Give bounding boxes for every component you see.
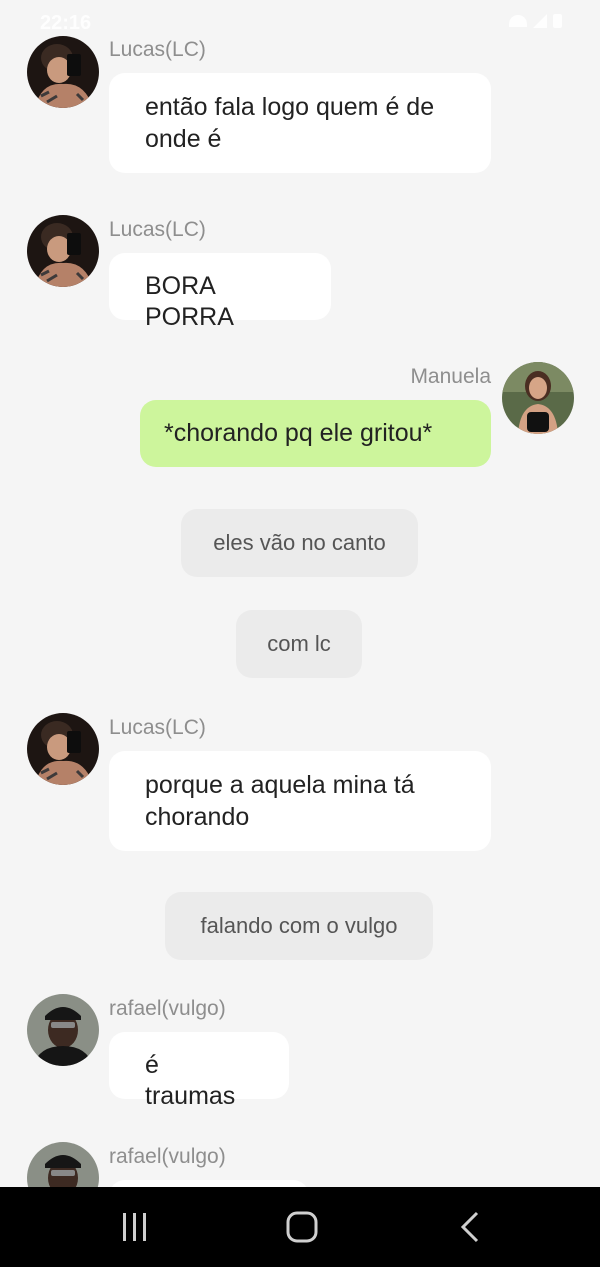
system-message: com lc [236, 610, 362, 678]
home-button[interactable] [272, 1209, 332, 1245]
message-bubble[interactable]: então fala logo quem é de onde é [109, 73, 491, 173]
avatar-lucas[interactable] [27, 215, 99, 287]
home-icon [286, 1211, 318, 1243]
message-bubble[interactable]: porque a aquela mina tá chorando [109, 751, 491, 851]
back-icon [460, 1211, 479, 1243]
status-time: 22:16 [40, 12, 92, 34]
avatar-lucas[interactable] [27, 713, 99, 785]
sender-name: Lucas(LC) [109, 38, 206, 61]
status-bar: 22:16 [0, 0, 600, 44]
message-bubble-outgoing[interactable]: *chorando pq ele gritou* [140, 400, 491, 467]
rafael-photo [27, 994, 99, 1066]
wifi-icon [509, 15, 527, 27]
recent-apps-button[interactable] [105, 1209, 165, 1245]
navigation-bar [0, 1187, 600, 1267]
sender-name: Lucas(LC) [109, 716, 206, 739]
system-message: falando com o vulgo [165, 892, 433, 960]
sender-name: rafael(vulgo) [109, 997, 226, 1020]
lucas-photo [27, 215, 99, 287]
lucas-photo [27, 36, 99, 108]
sender-name: rafael(vulgo) [109, 1145, 226, 1168]
avatar-rafael[interactable] [27, 994, 99, 1066]
message-bubble[interactable]: é traumas [109, 1032, 289, 1110]
sender-name: Manuela [410, 365, 491, 388]
signal-icon [533, 14, 547, 28]
recent-apps-icon [123, 1213, 146, 1241]
status-icons [509, 14, 562, 28]
back-button[interactable] [440, 1209, 500, 1245]
message-bubble[interactable]: BORA PORRA [109, 253, 331, 331]
lucas-photo [27, 713, 99, 785]
avatar-manuela[interactable] [502, 362, 574, 434]
avatar-lucas[interactable] [27, 36, 99, 108]
system-message: eles vão no canto [181, 509, 418, 577]
battery-icon [553, 14, 562, 28]
manuela-photo [502, 362, 574, 434]
sender-name: Lucas(LC) [109, 218, 206, 241]
